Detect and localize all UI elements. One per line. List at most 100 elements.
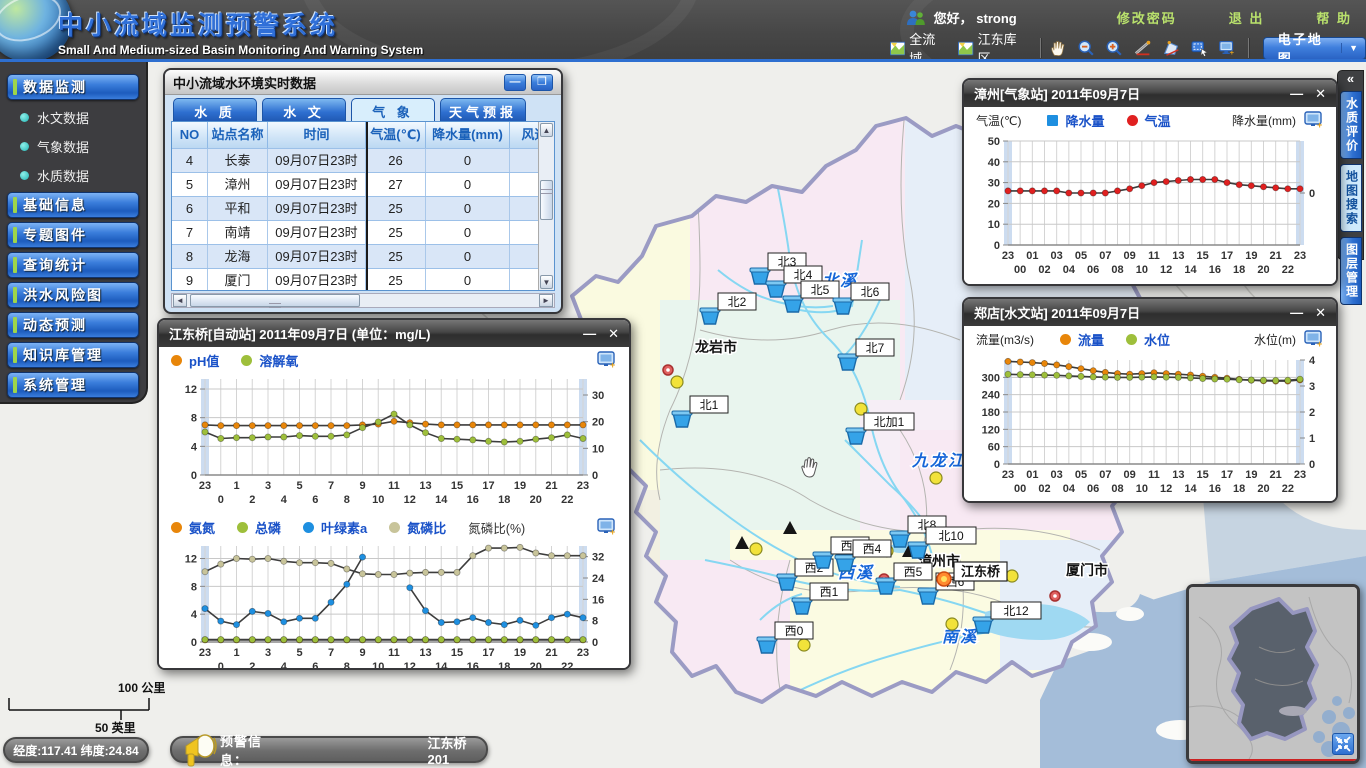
whole-basin-button[interactable]: 全流域 [890,29,944,62]
measure-distance-icon[interactable] [1134,38,1152,58]
scrollbar-thumb[interactable] [190,294,360,307]
monitoring-point-icon[interactable] [1006,570,1018,582]
scroll-down-arrow[interactable]: ▼ [540,275,553,289]
cell: 6 [172,197,208,220]
toolbar-separator [1040,38,1041,58]
svg-text:16: 16 [467,661,479,670]
vertical-scrollbar[interactable]: ▲ ▼ [538,122,554,290]
measure-area-icon[interactable] [1162,38,1180,58]
svg-text:0: 0 [592,637,598,649]
right-tab-图层管理[interactable]: 图层管理 [1340,237,1362,305]
svg-text:16: 16 [1209,264,1221,276]
close-button[interactable]: ✕ [1315,305,1326,321]
sidebar-section-查询统计[interactable]: 查询统计 [7,252,139,278]
export-chart-icon[interactable]: + [1304,330,1324,348]
sidebar-section-动态预测[interactable]: 动态预测 [7,312,139,338]
window-body: 流量(m3/s)流量水位水位(m)+ 060120180240300012342… [964,326,1336,501]
change-password-link[interactable]: 修改密码 [1117,8,1177,27]
svg-text:9: 9 [359,480,365,492]
window-titlebar[interactable]: 漳州[气象站] 2011年09月7日 — ✕ [964,80,1336,107]
column-header-气温(℃)[interactable]: 气温(℃) [366,122,426,148]
table-row[interactable]: 4长泰09月07日23时260 [172,148,554,172]
monitoring-point-icon[interactable] [930,472,942,484]
monitoring-point-icon[interactable] [798,639,810,651]
close-button[interactable]: ✕ [608,326,619,342]
overview-minimap[interactable] [1186,584,1360,764]
export-map-icon[interactable]: + [1218,38,1236,58]
svg-text:14: 14 [1184,264,1197,276]
legend-item-总磷: 总磷 [237,518,281,537]
jiangdong-reservoir-label: 江东库区 [978,29,1025,62]
svg-text:180: 180 [982,407,1000,419]
sidebar-section-专题图件[interactable]: 专题图件 [7,222,139,248]
minimize-button[interactable]: — [1290,305,1303,320]
collapse-arrows-icon [1333,734,1353,754]
svg-text:19: 19 [1245,250,1257,262]
select-region-icon[interactable] [1190,38,1208,58]
tab-水文[interactable]: 水 文 [262,98,346,121]
zoom-out-icon[interactable] [1077,38,1095,58]
tab-气象[interactable]: 气 象 [351,98,435,121]
scrollbar-thumb[interactable] [540,180,553,220]
sidebar-item-水质数据[interactable]: 水质数据 [20,163,146,187]
sidebar-section-label: 数据监测 [23,77,87,97]
collapse-panel-arrow[interactable]: « [1347,71,1354,86]
svg-text:13: 13 [419,647,431,659]
cell: 7 [172,221,208,244]
monitoring-point-icon[interactable] [750,543,762,555]
emap-dropdown-button[interactable]: 电子地图 ▼ [1263,37,1366,60]
svg-text:0: 0 [218,494,224,506]
scroll-left-arrow[interactable]: ◄ [173,294,187,307]
logout-link[interactable]: 退 出 [1229,8,1265,27]
sidebar-section-基础信息[interactable]: 基础信息 [7,192,139,218]
sidebar-item-气象数据[interactable]: 气象数据 [20,134,146,158]
sidebar-section-知识库管理[interactable]: 知识库管理 [7,342,139,368]
svg-text:30: 30 [988,178,1000,190]
scroll-right-arrow[interactable]: ► [539,294,553,307]
export-chart-icon[interactable]: + [597,351,617,369]
monitoring-point-icon[interactable] [946,618,958,630]
data-window-titlebar[interactable]: 中小流域水环境实时数据 — ❐ [165,70,561,95]
cell: 漳州 [208,173,268,196]
minimize-button[interactable]: — [504,74,526,91]
svg-text:09: 09 [1124,469,1136,481]
sidebar-section-数据监测[interactable]: 数据监测 [7,74,139,100]
svg-text:21: 21 [1270,469,1282,481]
chevron-down-icon[interactable]: ▼ [1341,43,1365,53]
column-header-降水量(mm)[interactable]: 降水量(mm) [426,122,510,148]
close-button[interactable]: ✕ [1315,86,1326,102]
column-header-站点名称[interactable]: 站点名称 [208,122,268,148]
jiangdong-reservoir-button[interactable]: 江东库区 [958,29,1024,62]
window-titlebar[interactable]: 江东桥[自动站] 2011年09月7日 (单位：mg/L) — ✕ [159,320,629,347]
right-tab-地图搜索[interactable]: 地图搜索 [1340,164,1362,232]
export-chart-icon[interactable]: + [597,518,617,536]
help-link[interactable]: 帮 助 [1316,8,1352,27]
table-row[interactable]: 9厦门09月07日23时250 [172,268,554,291]
horizontal-scrollbar[interactable]: ◄ ► [171,293,555,308]
monitoring-point-icon[interactable] [671,376,683,388]
zoom-in-icon[interactable] [1105,38,1123,58]
table-row[interactable]: 7南靖09月07日23时250 [172,220,554,244]
sidebar-section-系统管理[interactable]: 系统管理 [7,372,139,398]
column-header-NO[interactable]: NO [172,122,208,148]
sidebar-item-水文数据[interactable]: 水文数据 [20,105,146,129]
svg-text:北1: 北1 [700,398,719,412]
minimize-button[interactable]: — [1290,86,1303,101]
table-row[interactable]: 8龙海09月07日23时250 [172,244,554,268]
sidebar-section-洪水风险图[interactable]: 洪水风险图 [7,282,139,308]
minimap-collapse-button[interactable] [1332,733,1354,755]
window-titlebar[interactable]: 郑店[水文站] 2011年09月7日 — ✕ [964,299,1336,326]
tab-水质[interactable]: 水 质 [173,98,257,121]
table-row[interactable]: 6平和09月07日23时250 [172,196,554,220]
export-chart-icon[interactable]: + [1304,111,1324,129]
svg-text:北5: 北5 [811,283,830,297]
svg-text:5: 5 [296,647,302,659]
table-row[interactable]: 5漳州09月07日23时270 [172,172,554,196]
pan-hand-icon[interactable] [1049,38,1067,58]
maximize-button[interactable]: ❐ [531,74,553,91]
scroll-up-arrow[interactable]: ▲ [540,123,553,137]
column-header-时间[interactable]: 时间 [268,122,366,148]
tab-天气预报[interactable]: 天气预报 [440,98,526,121]
minimize-button[interactable]: — [583,326,596,341]
right-tab-水质评价[interactable]: 水质评价 [1340,91,1362,159]
